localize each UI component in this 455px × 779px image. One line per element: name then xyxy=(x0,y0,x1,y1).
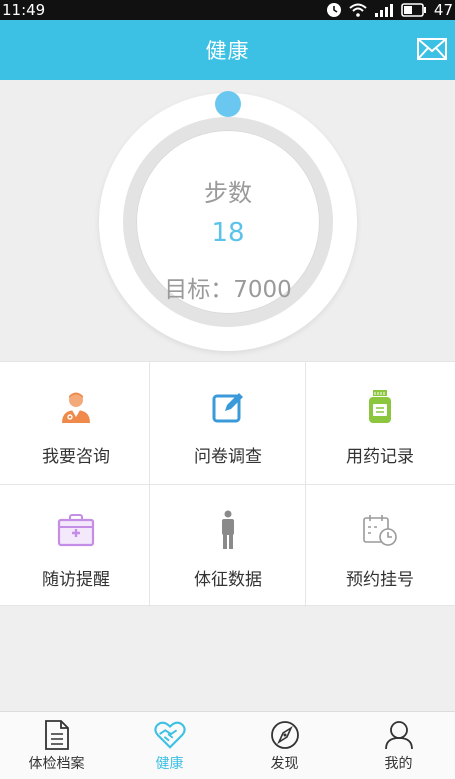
function-grid: 我要咨询 问卷调查 用药记录 随访提醒 体征数据 预约挂号 xyxy=(0,361,455,607)
step-counter-area: 步数 18 目标：7000 xyxy=(0,80,455,361)
step-count: 18 xyxy=(211,218,245,248)
tab-health[interactable]: 健康 xyxy=(113,712,226,779)
app-header: 健康 xyxy=(0,20,455,80)
wifi-icon xyxy=(349,3,367,17)
edit-icon xyxy=(208,387,248,427)
tab-label: 体检档案 xyxy=(28,756,85,772)
signal-icon xyxy=(374,4,393,17)
alarm-icon xyxy=(326,3,341,17)
bottom-tab-bar: 体检档案 健康 发现 我的 xyxy=(0,711,455,779)
status-bar: 11:49 47 xyxy=(0,0,455,20)
grid-item-medication[interactable]: 用药记录 xyxy=(304,362,455,484)
tab-discover[interactable]: 发现 xyxy=(228,712,341,779)
grid-item-appointment[interactable]: 预约挂号 xyxy=(304,485,455,607)
grid-item-label: 问卷调查 xyxy=(194,447,262,467)
status-time: 11:49 xyxy=(2,1,46,19)
tab-mine[interactable]: 我的 xyxy=(342,712,455,779)
status-icons: 47 xyxy=(326,1,453,19)
tab-label: 发现 xyxy=(270,756,299,772)
person-icon xyxy=(208,510,248,550)
medical-kit-icon xyxy=(56,510,96,550)
grid-item-vitals[interactable]: 体征数据 xyxy=(152,485,304,607)
tab-checkup-records[interactable]: 体检档案 xyxy=(0,712,113,779)
grid-item-label: 我要咨询 xyxy=(42,447,110,467)
grid-item-label: 体征数据 xyxy=(194,570,262,590)
grid-item-survey[interactable]: 问卷调查 xyxy=(152,362,304,484)
step-ring[interactable]: 步数 18 目标：7000 xyxy=(99,91,357,351)
grid-item-label: 用药记录 xyxy=(346,447,414,467)
battery-level: 47 xyxy=(433,1,453,19)
grid-item-label: 随访提醒 xyxy=(42,570,110,590)
document-icon xyxy=(41,719,73,751)
step-label: 步数 xyxy=(204,179,252,207)
heart-handshake-icon xyxy=(153,719,186,751)
calendar-clock-icon xyxy=(360,510,400,550)
medicine-bottle-icon xyxy=(360,387,400,427)
compass-icon xyxy=(269,719,301,751)
step-progress-indicator xyxy=(215,91,241,117)
user-icon xyxy=(383,719,415,751)
battery-icon xyxy=(401,3,426,17)
page-title: 健康 xyxy=(205,39,250,63)
mail-icon[interactable] xyxy=(417,38,447,60)
tab-label: 我的 xyxy=(384,756,413,772)
doctor-icon xyxy=(56,387,96,427)
grid-item-followup[interactable]: 随访提醒 xyxy=(0,485,152,607)
step-goal: 目标：7000 xyxy=(164,277,292,303)
grid-item-consult[interactable]: 我要咨询 xyxy=(0,362,152,484)
grid-item-label: 预约挂号 xyxy=(346,570,414,590)
tab-label: 健康 xyxy=(155,756,184,772)
